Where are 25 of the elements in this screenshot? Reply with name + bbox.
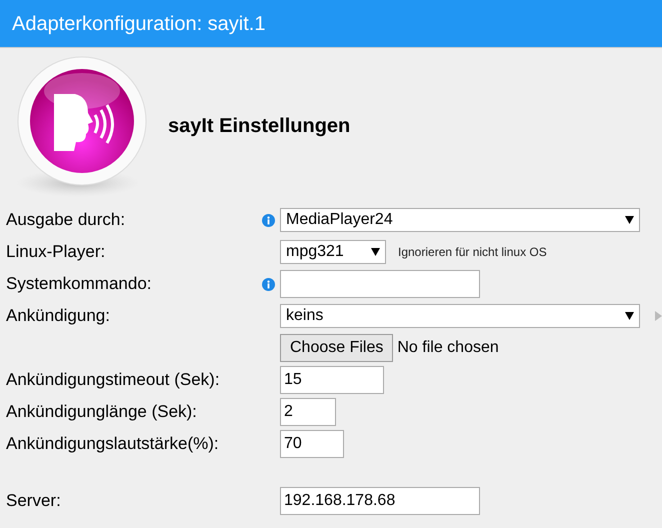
field-label: Ankündigung: [6, 306, 110, 325]
window-title: Adapterkonfiguration: sayit.1 [12, 12, 266, 36]
text-field[interactable] [280, 270, 480, 298]
file-status-text: No file chosen [397, 338, 499, 358]
field-label: Ankündigungstimeout (Sek): [6, 370, 220, 389]
dropdown[interactable]: keins [280, 304, 640, 328]
field-label: Ausgabe durch: [6, 210, 126, 229]
right-arrow-icon[interactable] [655, 311, 662, 321]
dropdown[interactable]: mpg321 [280, 240, 386, 264]
page-heading: sayIt Einstellungen [168, 114, 350, 139]
field-label: Ankündigunglänge (Sek): [6, 402, 197, 421]
field-label: Server: [6, 491, 61, 510]
dropdown-caret-icon [625, 312, 634, 320]
dropdown-caret-icon [625, 216, 634, 224]
text-field[interactable]: 70 [280, 430, 344, 458]
hint-text: Ignorieren für nicht linux OS [398, 244, 547, 261]
text-field[interactable]: 192.168.178.68 [280, 487, 480, 515]
text-field[interactable]: 15 [280, 366, 384, 394]
dropdown[interactable]: MediaPlayer24 [280, 208, 640, 232]
field-label: Systemkommando: [6, 274, 152, 293]
choose-files-button[interactable]: Choose Files [280, 334, 394, 362]
dropdown-caret-icon [371, 248, 380, 256]
field-label: Ankündigungslautstärke(%): [6, 434, 219, 453]
field-label: Linux-Player: [6, 242, 106, 261]
text-field[interactable]: 2 [280, 398, 336, 426]
